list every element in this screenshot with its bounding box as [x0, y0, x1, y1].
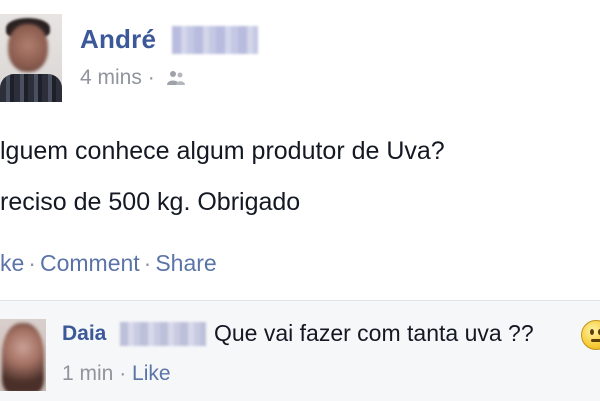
redacted-surname: [120, 322, 206, 346]
comment-meta: 1 min · Like: [62, 362, 171, 386]
action-separator: ·: [28, 250, 36, 276]
post-timestamp[interactable]: 4 mins: [80, 66, 142, 89]
post-message: lguem conhece algum produtor de Uva? rec…: [0, 126, 445, 228]
avatar-face: [8, 24, 48, 72]
meta-separator: ·: [119, 362, 127, 385]
friends-icon[interactable]: [165, 68, 187, 92]
post-message-line: lguem conhece algum produtor de Uva?: [0, 137, 445, 165]
redacted-surname: [172, 26, 258, 54]
comment-link[interactable]: Comment: [40, 250, 140, 276]
action-separator: ·: [143, 250, 152, 276]
comment-author-name[interactable]: Daia: [62, 322, 106, 346]
post-author-name[interactable]: André: [80, 24, 156, 55]
comment-text: Que vai fazer com tanta uva ??: [214, 320, 534, 346]
post-actions: ke · Comment · Share: [0, 250, 217, 277]
share-link[interactable]: Share: [155, 250, 216, 276]
meta-separator: ·: [147, 66, 155, 89]
post-meta: 4 mins ·: [80, 66, 187, 92]
comment-like-link[interactable]: Like: [132, 362, 171, 385]
commenter-avatar[interactable]: [0, 319, 46, 391]
comment-timestamp[interactable]: 1 min: [62, 362, 113, 385]
post-message-line: reciso de 500 kg. Obrigado: [0, 188, 301, 216]
feed-post: André 4 mins · lguem conhece algum produ…: [0, 0, 600, 300]
avatar-face: [2, 323, 44, 391]
like-link[interactable]: ke: [0, 250, 24, 276]
avatar-shirt: [0, 74, 62, 102]
author-avatar[interactable]: [0, 14, 62, 102]
